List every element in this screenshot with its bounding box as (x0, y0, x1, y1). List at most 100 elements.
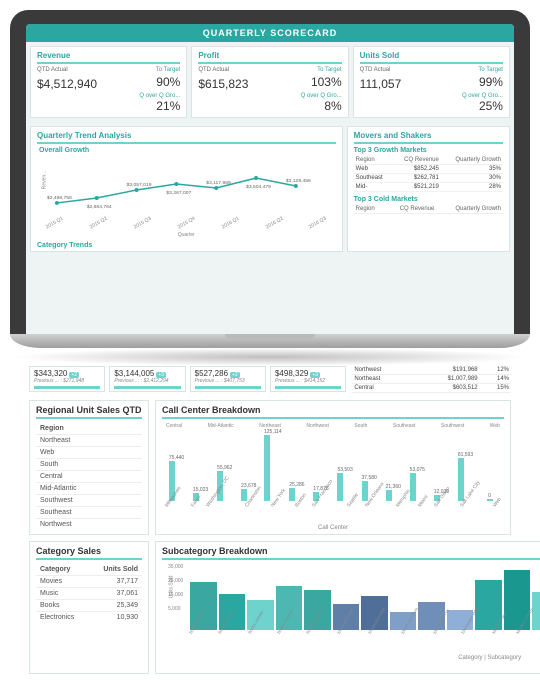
table-row: Southeast$262,78130% (354, 174, 503, 183)
kpi-title: Units Sold (360, 51, 503, 64)
subcategory-xlabel: Category | Subcategory (162, 655, 540, 661)
category-sales-panel: Category Sales CategoryUnits SoldMovies3… (29, 541, 149, 674)
kpi-target-value: 103% (301, 75, 342, 89)
kpi-target-label: To Target (462, 67, 503, 73)
table-row: South (36, 459, 142, 471)
table-row: Central (36, 471, 142, 483)
trend-subtitle: Overall Growth (39, 147, 336, 154)
kpi-target-value: 90% (139, 75, 180, 89)
legend-item: South (354, 423, 367, 429)
kpi-target-value: 99% (462, 75, 503, 89)
callcenter-legend: CentralMid-AtlanticNortheastNorthwestSou… (162, 423, 504, 431)
mini-card: $3,144,005+3Previous ... : $2,412,294 (109, 366, 185, 392)
dashboard-continuation: $343,320+2Previous ... : $271,948$3,144,… (25, 366, 515, 680)
category-sales-table: CategoryUnits SoldMovies37,717Music37,06… (36, 564, 142, 623)
kpi-target-label: To Target (301, 67, 342, 73)
table-row: Books25,349 (36, 600, 142, 612)
legend-item: Southeast (393, 423, 416, 429)
trend-chart[interactable]: Overall Growth Reven... $2,498,758 $2,684… (37, 147, 336, 247)
table-row: Northwest (36, 519, 142, 531)
trend-xlabels: 2015 Q12015 Q22015 Q32015 Q42016 Q12016 … (37, 220, 336, 226)
trend-ylabel: Reven... (41, 171, 47, 190)
callcenter-panel: Call Center Breakdown Central Mid-Atlanti… (155, 400, 511, 535)
legend-item: Web (490, 423, 500, 429)
mini-card: $527,286+2Previous ... : $407,753 (190, 366, 266, 392)
laptop-bezel: QUARTERLY SCORECARD Revenue QTD Actual $4… (10, 10, 530, 334)
kpi-actual-value: $615,823 (198, 77, 248, 91)
kpi-row: Revenue QTD Actual $4,512,940 To Target 9… (26, 42, 514, 122)
table-row: Electronics10,930 (36, 612, 142, 624)
legend-item: Mid-Atlantic (208, 423, 234, 429)
svg-text:$3,117,989: $3,117,989 (206, 180, 231, 186)
svg-text:$3,057,019: $3,057,019 (127, 182, 152, 188)
table-row: Northeast$1,007,98914% (352, 375, 511, 384)
table-row: Central$603,51215% (352, 384, 511, 393)
ytick: 15,000 (168, 592, 183, 598)
legend-item: Northwest (306, 423, 329, 429)
trend-xlabel: Quarter (37, 232, 336, 238)
kpi-actual-label: QTD Actual (198, 67, 248, 73)
table-row: Northeast (36, 435, 142, 447)
callcenter-title: Call Center Breakdown (162, 405, 504, 419)
mini-card: $343,320+2Previous ... : $271,948 (29, 366, 105, 392)
kpi-card: Units Sold QTD Actual 111,057 To Target 9… (353, 46, 510, 118)
regional-sales-table: RegionNortheastWebSouthCentralMid-Atlant… (36, 423, 142, 530)
table-row: Music37,061 (36, 588, 142, 600)
table-row: Northwest$191,96812% (352, 366, 511, 375)
page-title: QUARTERLY SCORECARD (26, 24, 514, 42)
svg-text:$3,267,007: $3,267,007 (166, 190, 191, 196)
kpi-target-label: To Target (139, 67, 180, 73)
kpi-actual-value: 111,057 (360, 77, 402, 91)
movers-title: Movers and Shakers (354, 131, 503, 144)
kpi-qoq-value: 8% (301, 99, 342, 113)
kpi-actual-label: QTD Actual (37, 67, 97, 73)
svg-text:$3,504,479: $3,504,479 (246, 184, 271, 190)
callcenter-chart[interactable]: CentralMid-AtlanticNortheastNorthwestSou… (162, 423, 504, 528)
cold-markets-table-head: RegionCQ RevenueQuarterly Growth (354, 205, 503, 214)
cold-markets-table: Northwest$191,96812%Northeast$1,007,9891… (352, 366, 511, 396)
category-mini-cards: $343,320+2Previous ... : $271,948$3,144,… (29, 366, 346, 392)
svg-text:$2,498,758: $2,498,758 (47, 195, 72, 201)
ytick: 25,000 (168, 578, 183, 584)
line-chart-svg: $2,498,758 $2,684,764 $3,057,019 $3,267,007… (37, 158, 336, 218)
table-row: Mid-Atlantic (36, 483, 142, 495)
laptop-base (10, 334, 530, 348)
mini-card: $498,329+3Previous ... : $414,152 (270, 366, 346, 392)
subcategory-title: Subcategory Breakdown (162, 546, 540, 560)
mid-row: Quarterly Trend Analysis Overall Growth … (26, 122, 514, 256)
table-row: Southeast (36, 507, 142, 519)
svg-text:$2,684,764: $2,684,764 (87, 204, 112, 210)
top-growth-title: Top 3 Growth Markets (354, 147, 503, 154)
regional-sales-title: Regional Unit Sales QTD (36, 405, 142, 419)
subcategory-panel: Subcategory Breakdown Units Sold 35,0002… (155, 541, 540, 674)
table-row: Movies37,717 (36, 576, 142, 588)
kpi-title: Profit (198, 51, 341, 64)
kpi-qoq-value: 21% (139, 99, 180, 113)
callcenter-xlabel: Call Center (162, 525, 504, 531)
subcategory-bar (532, 592, 540, 630)
ytick: 5,000 (168, 606, 183, 612)
legend-item: Central (166, 423, 182, 429)
ytick: 35,000 (168, 564, 183, 570)
category-sales-title: Category Sales (36, 546, 142, 560)
svg-text:$3,129,456: $3,129,456 (286, 178, 311, 184)
legend-item: Southwest (441, 423, 464, 429)
subcategory-chart[interactable]: Units Sold 35,00025,00015,0005,000 Books… (162, 564, 540, 669)
table-row: Mid-$521,21928% (354, 183, 503, 192)
table-row: Web$852,24535% (354, 165, 503, 174)
kpi-qoq-value: 25% (462, 99, 503, 113)
trend-card: Quarterly Trend Analysis Overall Growth … (30, 126, 343, 252)
regional-sales-panel: Regional Unit Sales QTD RegionNortheastW… (29, 400, 149, 535)
kpi-actual-label: QTD Actual (360, 67, 402, 73)
top-growth-table: RegionCQ RevenueQuarterly GrowthWeb$852,… (354, 156, 503, 192)
cold-markets-title: Top 3 Cold Markets (354, 196, 503, 203)
kpi-actual-value: $4,512,940 (37, 77, 97, 91)
dashboard-screen: QUARTERLY SCORECARD Revenue QTD Actual $4… (26, 24, 514, 334)
laptop-shadow (10, 348, 530, 366)
kpi-card: Revenue QTD Actual $4,512,940 To Target 9… (30, 46, 187, 118)
kpi-card: Profit QTD Actual $615,823 To Target 103%… (191, 46, 348, 118)
table-row: Southwest (36, 495, 142, 507)
table-row: Web (36, 447, 142, 459)
kpi-title: Revenue (37, 51, 180, 64)
category-trends-title: Category Trends (37, 242, 336, 249)
